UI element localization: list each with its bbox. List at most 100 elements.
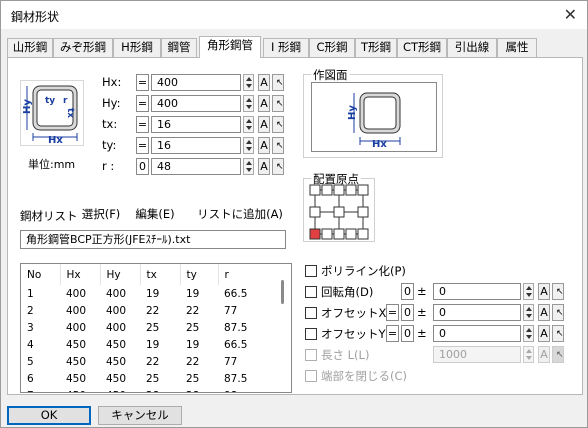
param-op[interactable]: = [136, 137, 149, 154]
offset-x-checkbox[interactable] [305, 307, 317, 319]
tx-pick-button[interactable]: ↖ [272, 116, 284, 133]
hx-spinner[interactable] [243, 74, 254, 91]
offset-x-op[interactable]: = [386, 304, 399, 321]
col-header[interactable]: r [218, 264, 260, 285]
tab-angle[interactable]: 山形鋼 [7, 38, 53, 57]
rotation-spinner[interactable] [523, 283, 534, 300]
length-checkbox[interactable] [305, 349, 317, 361]
polyline-checkbox[interactable] [305, 265, 317, 277]
tx-spinner[interactable] [243, 116, 254, 133]
length-pick-button[interactable]: ↖ [552, 346, 564, 363]
length-input[interactable]: 1000 [433, 346, 521, 363]
tab-h-beam[interactable]: H形鋼 [113, 38, 161, 57]
unit-label: 単位:mm [28, 158, 76, 171]
rotation-checkbox[interactable] [305, 286, 317, 298]
offset-y-checkbox[interactable] [305, 328, 317, 340]
r-attr-button[interactable]: A [258, 158, 270, 175]
col-header[interactable]: ty [180, 264, 219, 285]
table-row[interactable]: 6 450 450 25 25 87.5 [21, 370, 260, 387]
offset-x-prefix[interactable]: 0 [401, 304, 414, 321]
ty-pick-button[interactable]: ↖ [272, 137, 284, 154]
offset-y-spinner[interactable] [523, 325, 534, 342]
offset-y-pick-button[interactable]: ↖ [552, 325, 564, 342]
offset-y-prefix[interactable]: 0 [401, 325, 414, 342]
table-cell: 22 [146, 355, 160, 368]
table-row[interactable]: 1 400 400 19 19 66.5 [21, 285, 260, 302]
table-cell: 3 [27, 321, 34, 334]
tab-i-beam[interactable]: I 形鋼 [263, 38, 309, 57]
param-op[interactable]: = [136, 74, 149, 91]
ok-button[interactable]: OK [7, 406, 91, 425]
rotation-input[interactable]: 0 [433, 283, 521, 300]
table-cell: 400 [66, 321, 87, 334]
table-cell: 400 [66, 304, 87, 317]
hy-spinner[interactable] [243, 95, 254, 112]
edit-button[interactable]: 編集(E) [132, 206, 178, 225]
cursor-arrow-icon: ↖ [276, 120, 284, 130]
hy-attr-button[interactable]: A [258, 95, 270, 112]
tab-leader[interactable]: 引出線 [447, 38, 497, 57]
r-input[interactable]: 48 [151, 158, 241, 175]
col-header[interactable]: No [21, 264, 61, 285]
ty-attr-button[interactable]: A [258, 137, 270, 154]
offset-y-op[interactable]: = [386, 325, 399, 342]
offset-x-pick-button[interactable]: ↖ [552, 304, 564, 321]
steel-table[interactable]: No Hx Hy tx ty r 1 400 400 19 19 66.5 2 400 400… [20, 263, 292, 393]
rotation-prefix[interactable]: 0 [401, 283, 414, 300]
list-file-field[interactable]: 角形鋼管BCP正方形(JFEｽﾁｰﾙ).txt [20, 230, 286, 249]
tab-square-pipe[interactable]: 角形鋼管 [199, 36, 261, 58]
ty-spinner[interactable] [243, 137, 254, 154]
offset-y-attr-button[interactable]: A [538, 325, 550, 342]
r-spinner[interactable] [243, 158, 254, 175]
param-op[interactable]: = [136, 116, 149, 133]
table-cell: 450 [60, 387, 100, 393]
tab-channel[interactable]: みぞ形鋼 [53, 38, 113, 57]
origin-grid[interactable] [309, 184, 371, 240]
table-scrollbar[interactable] [274, 264, 291, 392]
col-header[interactable]: Hy [100, 264, 141, 285]
offset-x-attr-button[interactable]: A [538, 304, 550, 321]
tx-attr-button[interactable]: A [258, 116, 270, 133]
hx-pick-button[interactable]: ↖ [272, 74, 284, 91]
tab-panel: Hy Hx ty r tx 単位:mm Hx: = 400 A ↖ Hy: = … [7, 57, 583, 395]
length-attr-button[interactable]: A [538, 346, 550, 363]
hy-input[interactable]: 400 [151, 95, 241, 112]
hy-pick-button[interactable]: ↖ [272, 95, 284, 112]
table-cell: 87.5 [224, 321, 248, 334]
scrollbar-thumb[interactable] [281, 280, 284, 304]
table-row[interactable]: 4 450 450 19 19 66.5 [21, 336, 260, 353]
add-to-list-button[interactable]: リストに追加(A) [196, 206, 284, 225]
tx-input[interactable]: 16 [151, 116, 241, 133]
length-label: 長さ L(L) [321, 348, 370, 362]
param-op[interactable]: = [136, 95, 149, 112]
param-label: tx: [102, 117, 118, 131]
offset-x-spinner[interactable] [523, 304, 534, 321]
table-row[interactable]: 2 400 400 22 22 77 [21, 302, 260, 319]
cancel-button[interactable]: キャンセル [98, 406, 182, 425]
tab-attributes[interactable]: 属性 [497, 38, 537, 57]
table-row[interactable]: 5 450 450 22 22 77 [21, 353, 260, 370]
table-row[interactable]: 7450450282898 [21, 387, 260, 393]
col-header[interactable]: tx [140, 264, 181, 285]
tab-pipe[interactable]: 鋼管 [161, 38, 197, 57]
tab-ct-beam[interactable]: CT形鋼 [397, 38, 447, 57]
param-op[interactable]: 0 [136, 158, 149, 175]
close-ends-checkbox[interactable] [305, 370, 317, 382]
rotation-attr-button[interactable]: A [538, 283, 550, 300]
tab-c-channel[interactable]: C形鋼 [309, 38, 355, 57]
offset-y-label: オフセットY [321, 327, 386, 341]
length-spinner[interactable] [523, 346, 534, 363]
table-cell: 25 [146, 372, 160, 385]
col-header[interactable]: Hx [60, 264, 101, 285]
rotation-pick-button[interactable]: ↖ [552, 283, 564, 300]
offset-x-input[interactable]: 0 [433, 304, 521, 321]
offset-y-input[interactable]: 0 [433, 325, 521, 342]
r-pick-button[interactable]: ↖ [272, 158, 284, 175]
ty-input[interactable]: 16 [151, 137, 241, 154]
close-icon[interactable]: ✕ [564, 5, 577, 24]
select-button[interactable]: 選択(F) [78, 206, 124, 225]
hx-attr-button[interactable]: A [258, 74, 270, 91]
hx-input[interactable]: 400 [151, 74, 241, 91]
tab-t-beam[interactable]: T形鋼 [355, 38, 397, 57]
table-row[interactable]: 3 400 400 25 25 87.5 [21, 319, 260, 336]
